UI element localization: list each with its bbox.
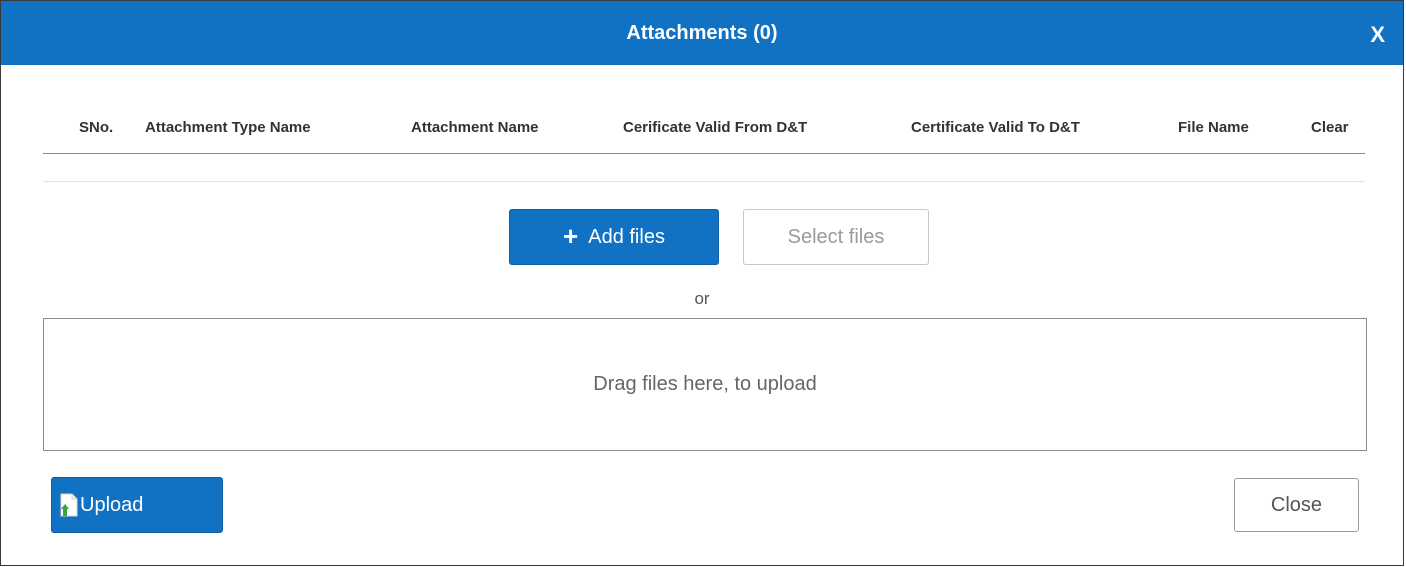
upload-label: Upload xyxy=(80,493,144,516)
plus-icon: + xyxy=(563,221,579,251)
attachments-table-header: SNo. Attachment Type Name Attachment Nam… xyxy=(43,105,1365,154)
column-header-attachment-name: Attachment Name xyxy=(411,119,539,136)
select-files-button[interactable]: Select files xyxy=(743,209,929,265)
column-header-valid-from: Cerificate Valid From D&T xyxy=(623,119,808,136)
table-divider xyxy=(43,181,1365,182)
dialog-title: Attachments (0) xyxy=(626,22,778,44)
select-files-label: Select files xyxy=(787,225,885,248)
file-upload-icon xyxy=(60,493,78,517)
add-files-label: Add files xyxy=(588,225,665,248)
close-dialog-button[interactable]: X xyxy=(1370,1,1385,65)
close-button[interactable]: Close xyxy=(1234,478,1359,532)
or-separator: or xyxy=(694,289,710,308)
attachments-dialog: Attachments (0) X SNo. Attachment Type N… xyxy=(0,0,1404,566)
upload-button[interactable]: Upload xyxy=(51,477,223,533)
dropzone-text: Drag files here, to upload xyxy=(593,373,817,395)
column-header-attachment-type-name: Attachment Type Name xyxy=(145,119,311,136)
file-dropzone[interactable]: Drag files here, to upload xyxy=(43,318,1367,451)
column-header-clear: Clear xyxy=(1311,119,1349,136)
add-files-button[interactable]: + Add files xyxy=(509,209,719,265)
column-header-sno: SNo. xyxy=(79,119,114,136)
column-header-file-name: File Name xyxy=(1178,119,1249,136)
dialog-titlebar: Attachments (0) X xyxy=(1,1,1403,65)
column-header-valid-to: Certificate Valid To D&T xyxy=(911,119,1080,136)
close-label: Close xyxy=(1270,493,1323,516)
